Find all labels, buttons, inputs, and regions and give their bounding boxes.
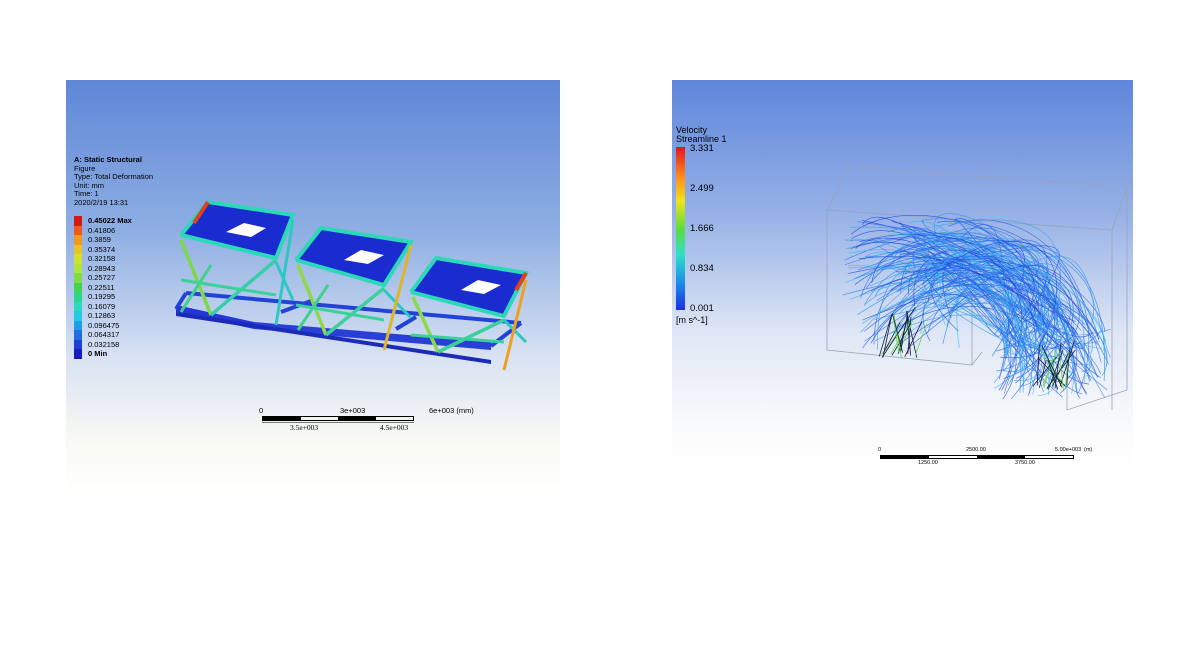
scale-bar	[262, 416, 414, 421]
scale-label: 3.5e+003	[290, 423, 319, 432]
scale-label: 1250.00	[918, 460, 938, 466]
scale-label: 3e+003	[340, 406, 366, 415]
scale-bar	[880, 455, 1074, 459]
frame-module-1	[178, 199, 296, 326]
scale-label: 3750.00	[1015, 460, 1035, 466]
scale-label: 2500.00	[966, 447, 986, 453]
scale-label: 5.00e+003	[1055, 447, 1082, 453]
scale-label: 0	[259, 406, 264, 415]
scale-label: 6e+003 (mm)	[429, 406, 474, 415]
structural-viewport[interactable]: A: Static Structural Figure Type: Total …	[66, 80, 560, 510]
scale-label: 0	[878, 447, 882, 453]
streamline-plot	[826, 166, 1128, 411]
frame-model	[174, 199, 530, 372]
cfd-viewport[interactable]: Velocity Streamline 1 3.331 2.499 1.666 …	[672, 80, 1133, 470]
scale-label: (m)	[1084, 447, 1093, 453]
scale-label: 4.5e+003	[380, 423, 409, 432]
streamlines	[842, 213, 1112, 400]
